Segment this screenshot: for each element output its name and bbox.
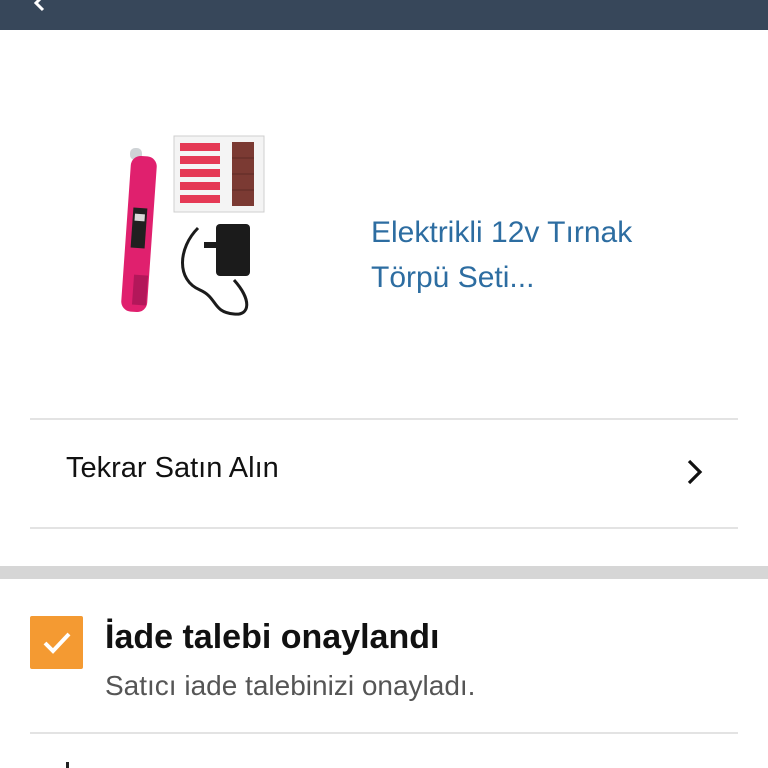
return-status-subtitle: Satıcı iade talebinizi onayladı. [105, 670, 476, 701]
product-image[interactable] [100, 130, 270, 320]
return-status-title: İade talebi onaylandı [105, 618, 440, 656]
top-header-bar [0, 0, 768, 30]
section-separator [0, 566, 768, 579]
product-card: Elektrikli 12v Tırnak Törpü Seti... [0, 30, 768, 419]
buy-again-row[interactable]: Tekrar Satın Alın [30, 420, 738, 528]
checkmark-icon [43, 632, 71, 654]
chevron-left-icon[interactable] [30, 0, 48, 12]
product-title-link[interactable]: Elektrikli 12v Tırnak Törpü Seti... [371, 210, 711, 300]
charger-adapter [181, 224, 250, 316]
divider [30, 527, 738, 529]
divider [30, 732, 738, 734]
chevron-right-icon [687, 459, 703, 485]
drill-bit-case [173, 135, 265, 213]
next-item-fragment [66, 762, 69, 768]
status-check-badge [30, 616, 83, 669]
nail-drill-pen [121, 148, 157, 313]
buy-again-label: Tekrar Satın Alın [66, 452, 279, 484]
